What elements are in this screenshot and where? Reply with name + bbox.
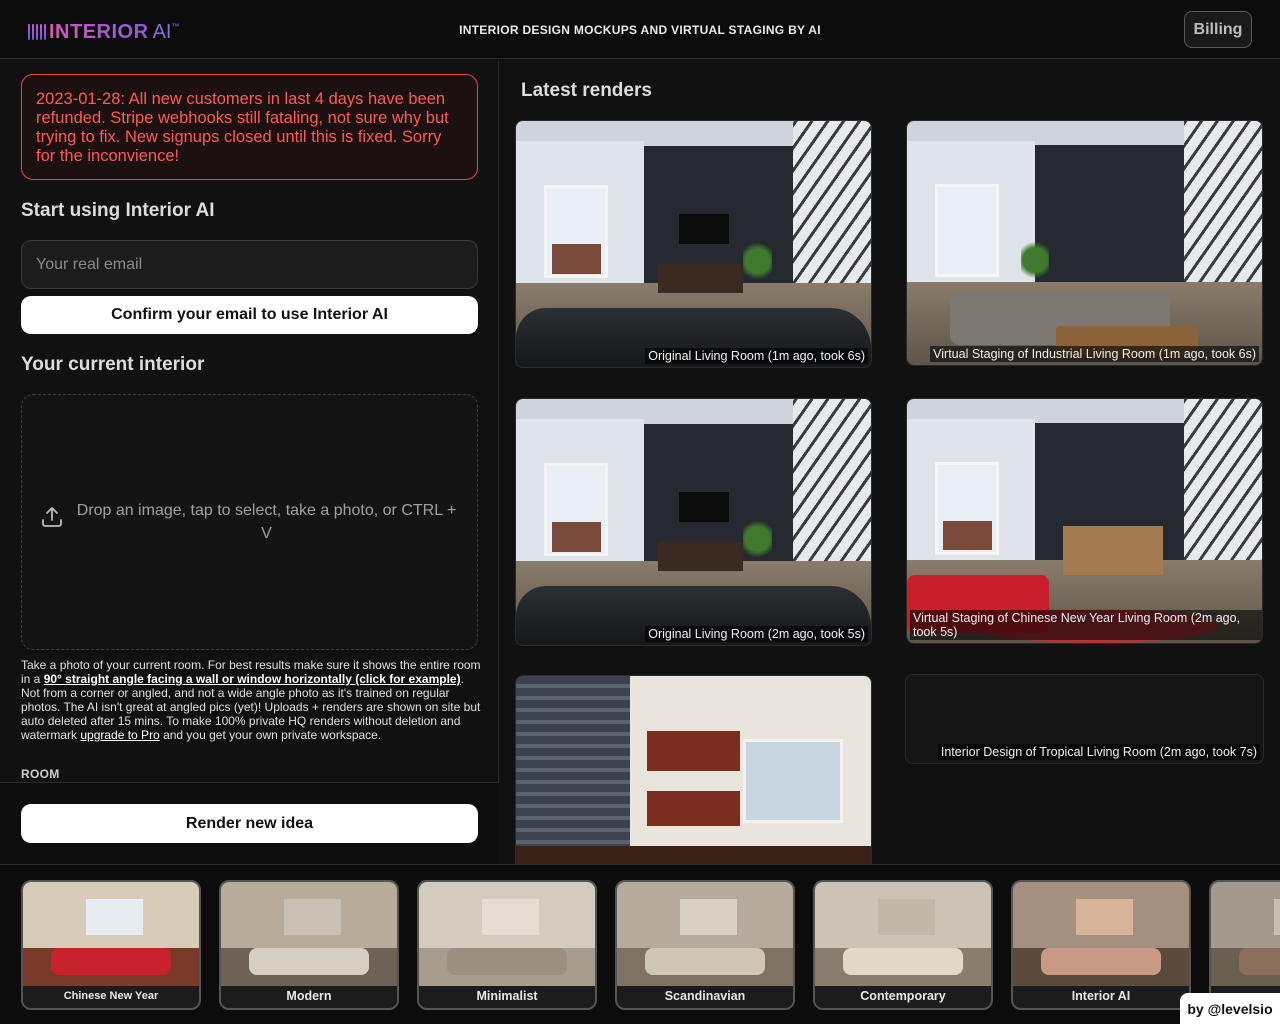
- render-card[interactable]: [515, 675, 872, 864]
- email-input[interactable]: [21, 240, 478, 289]
- render-bar: Render new idea: [0, 782, 499, 864]
- render-card[interactable]: Interior Design of Tropical Living Room …: [905, 674, 1264, 764]
- render-caption: Virtual Staging of Industrial Living Roo…: [930, 346, 1259, 362]
- left-panel: 2023-01-28: All new customers in last 4 …: [0, 60, 499, 864]
- render-image: [516, 676, 871, 864]
- billing-button[interactable]: Billing: [1184, 11, 1252, 48]
- style-option-minimalist[interactable]: Minimalist: [417, 880, 597, 1010]
- current-interior-title: Your current interior: [21, 354, 205, 375]
- render-card[interactable]: Original Living Room (2m ago, took 5s): [515, 398, 872, 646]
- render-caption: Virtual Staging of Chinese New Year Livi…: [910, 610, 1262, 640]
- style-thumbnail: [419, 882, 595, 988]
- style-thumbnail: [815, 882, 991, 988]
- photo-help-text: Take a photo of your current room. For b…: [21, 658, 481, 742]
- style-option-modern[interactable]: Modern: [219, 880, 399, 1010]
- style-thumbnail: [617, 882, 793, 988]
- render-new-idea-button[interactable]: Render new idea: [21, 804, 478, 843]
- top-header: INTERIOR AI ™ INTERIOR DESIGN MOCKUPS AN…: [0, 0, 1280, 59]
- angle-example-link[interactable]: 90° straight angle facing a wall or wind…: [44, 672, 461, 686]
- style-thumbnail: [221, 882, 397, 988]
- style-label: Modern: [221, 986, 397, 1008]
- image-dropzone[interactable]: Drop an image, tap to select, take a pho…: [21, 394, 478, 650]
- site-tagline: INTERIOR DESIGN MOCKUPS AND VIRTUAL STAG…: [459, 23, 821, 37]
- style-label: Interior AI: [1013, 986, 1189, 1008]
- style-thumbnail: [1013, 882, 1189, 988]
- style-label: Minimalist: [419, 986, 595, 1008]
- room-label: ROOM: [21, 767, 60, 781]
- style-label: Contemporary: [815, 986, 991, 1008]
- signup-title: Start using Interior AI: [21, 200, 215, 221]
- render-caption: Original Living Room (1m ago, took 6s): [645, 348, 868, 364]
- style-option-scandinavian[interactable]: Scandinavian: [615, 880, 795, 1010]
- style-thumbnail: [1211, 882, 1280, 988]
- render-caption: Interior Design of Tropical Living Room …: [937, 744, 1260, 760]
- render-image: [907, 121, 1262, 365]
- style-option-contemporary[interactable]: Contemporary: [813, 880, 993, 1010]
- render-image: [516, 399, 871, 645]
- render-card[interactable]: Virtual Staging of Industrial Living Roo…: [906, 120, 1263, 366]
- render-card[interactable]: Virtual Staging of Chinese New Year Livi…: [906, 398, 1263, 644]
- upload-icon: [42, 507, 62, 527]
- style-picker: Chinese New Year Modern Minimalist Scand…: [0, 864, 1280, 1024]
- latest-renders-title: Latest renders: [521, 80, 652, 101]
- author-credit-link[interactable]: by @levelsio: [1180, 993, 1280, 1024]
- latest-renders-panel: Latest renders Original Living Room (1m …: [500, 60, 1280, 864]
- style-option-interior-ai[interactable]: Interior AI: [1011, 880, 1191, 1010]
- style-thumbnail: [23, 882, 199, 988]
- style-option-partial[interactable]: [1209, 880, 1280, 1010]
- error-alert: 2023-01-28: All new customers in last 4 …: [21, 74, 478, 180]
- render-image: [516, 121, 871, 367]
- render-card[interactable]: Original Living Room (1m ago, took 6s): [515, 120, 872, 368]
- style-option-chinese-new-year[interactable]: Chinese New Year: [21, 880, 201, 1010]
- help-suffix: and you get your own private workspace.: [159, 728, 382, 742]
- render-image: [907, 399, 1262, 643]
- dropzone-text: Drop an image, tap to select, take a pho…: [76, 502, 457, 542]
- confirm-email-button[interactable]: Confirm your email to use Interior AI: [21, 296, 478, 334]
- render-caption: Original Living Room (2m ago, took 5s): [645, 626, 868, 642]
- style-label: Scandinavian: [617, 986, 793, 1008]
- style-label: Chinese New Year: [23, 986, 199, 1008]
- upgrade-pro-link[interactable]: upgrade to Pro: [80, 728, 159, 742]
